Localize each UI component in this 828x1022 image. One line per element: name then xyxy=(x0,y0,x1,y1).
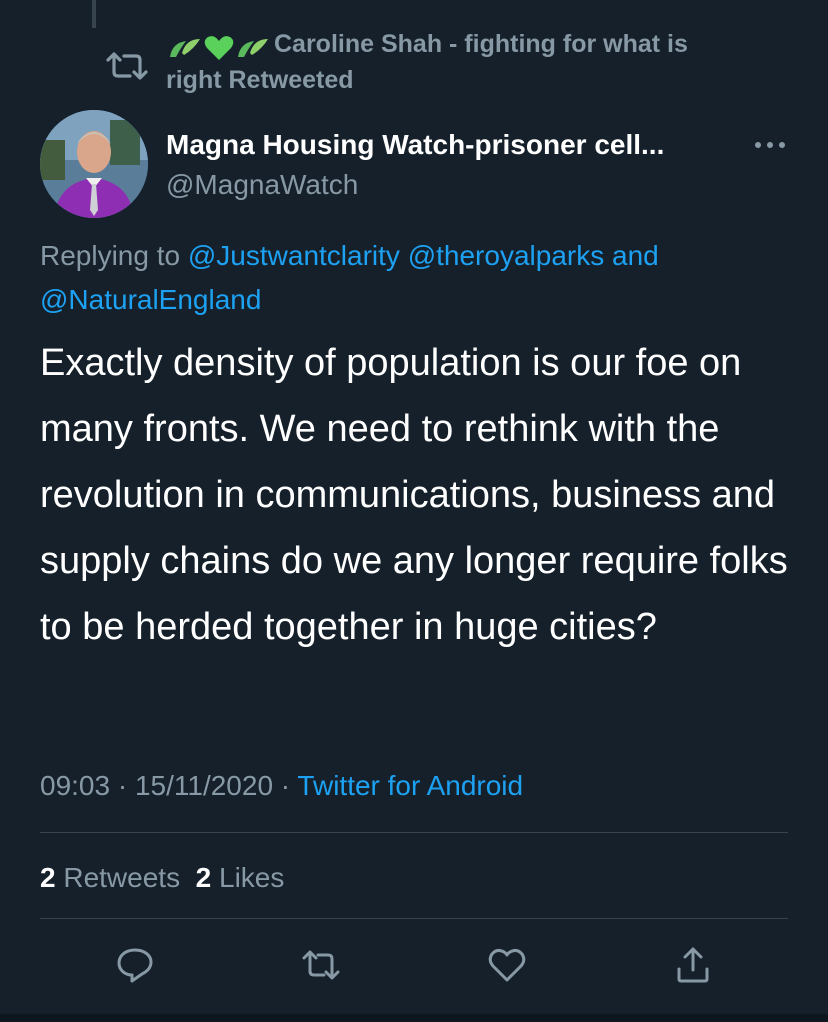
leaf-icon xyxy=(170,39,200,58)
retweets-label: Retweets xyxy=(63,862,181,893)
retweeter-line1: Caroline Shah - fighting for what is xyxy=(274,30,688,58)
likes-count: 2 xyxy=(195,862,212,893)
meta-separator: · xyxy=(110,770,135,801)
leaf-icon xyxy=(238,39,268,58)
retweet-icon xyxy=(302,950,340,980)
tweet-date: 15/11/2020 xyxy=(134,770,274,801)
retweeter-line2: right Retweeted xyxy=(166,66,354,94)
reply-button[interactable] xyxy=(110,940,160,990)
likes-stat[interactable]: 2 Likes xyxy=(196,862,285,893)
reply-context: Replying to @Justwantclarity @theroyalpa… xyxy=(40,234,800,322)
retweet-banner[interactable]: Caroline Shah - fighting for what is rig… xyxy=(166,28,786,97)
share-icon xyxy=(677,947,709,983)
replying-joiner: and xyxy=(604,240,659,271)
retweet-icon xyxy=(104,50,150,82)
tweet-detail-screen: Caroline Shah - fighting for what is rig… xyxy=(0,0,828,1022)
likes-label: Likes xyxy=(219,862,285,893)
tweet-meta: 09:03 · 15/11/2020 · Twitter for Android xyxy=(40,766,523,806)
mention-naturalengland[interactable]: @NaturalEngland xyxy=(40,284,261,315)
replying-prefix: Replying to xyxy=(40,240,188,271)
like-icon xyxy=(488,948,526,982)
tweet-source[interactable]: Twitter for Android xyxy=(297,770,523,801)
thread-line xyxy=(92,0,96,28)
tweet-stats: 2 Retweets 2 Likes xyxy=(40,858,284,898)
more-options-icon[interactable] xyxy=(752,135,788,155)
emoji-group xyxy=(166,31,272,64)
author-display-name[interactable]: Magna Housing Watch-prisoner cell... xyxy=(166,128,746,162)
divider xyxy=(40,832,788,833)
divider xyxy=(40,918,788,919)
green-heart-icon xyxy=(204,36,234,61)
retweets-stat[interactable]: 2 Retweets xyxy=(40,862,180,893)
bottom-edge xyxy=(0,1014,828,1022)
like-button[interactable] xyxy=(482,940,532,990)
author-handle[interactable]: @MagnaWatch xyxy=(166,168,358,202)
mention-theroyalparks[interactable]: @theroyalparks xyxy=(408,240,605,271)
mention-justwantclarity[interactable]: @Justwantclarity xyxy=(188,240,400,271)
avatar[interactable] xyxy=(40,110,148,218)
reply-icon xyxy=(117,948,153,983)
meta-separator-2: · xyxy=(273,770,298,801)
share-button[interactable] xyxy=(668,940,718,990)
tweet-time: 09:03 xyxy=(40,770,111,801)
retweet-button[interactable] xyxy=(296,940,346,990)
tweet-text: Exactly density of population is our foe… xyxy=(40,342,788,648)
retweets-count: 2 xyxy=(40,862,56,893)
action-bar xyxy=(0,940,828,996)
